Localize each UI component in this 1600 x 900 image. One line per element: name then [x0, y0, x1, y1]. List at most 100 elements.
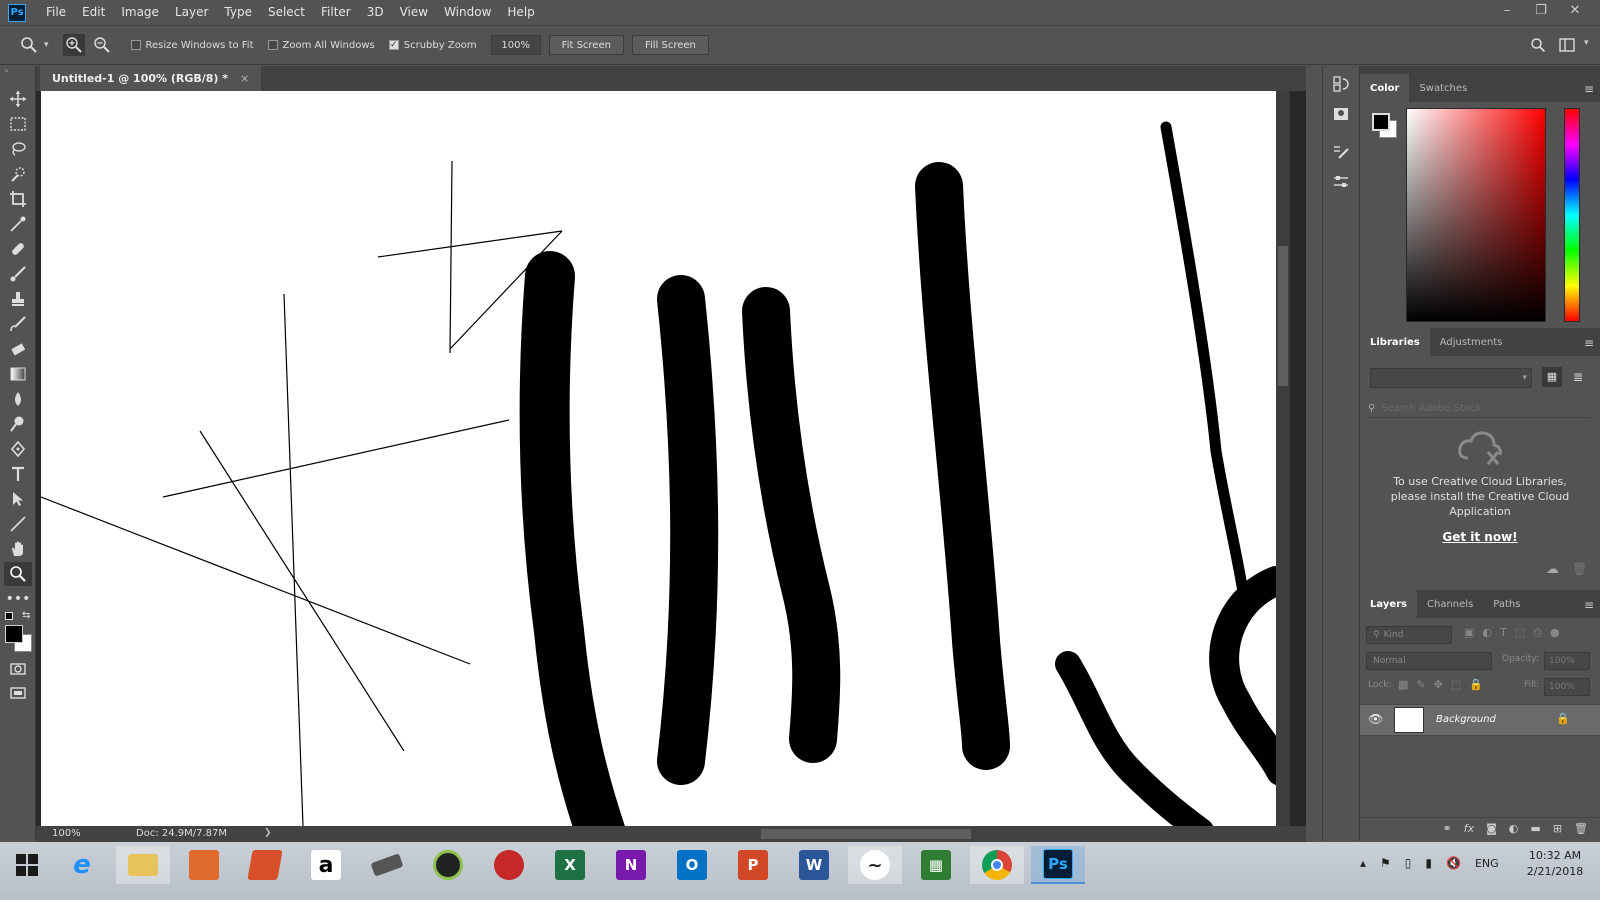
- menu-image[interactable]: Image: [113, 0, 167, 25]
- taskbar-edge[interactable]: e: [55, 846, 109, 884]
- tray-expand-icon[interactable]: ▴: [1360, 856, 1366, 870]
- resize-windows-box[interactable]: [130, 40, 141, 50]
- workspace-icon[interactable]: [1559, 37, 1575, 53]
- layers-panel-menu-icon[interactable]: ≡: [1584, 598, 1594, 612]
- menu-filter[interactable]: Filter: [313, 0, 359, 25]
- panel-collapse-bar[interactable]: [1360, 66, 1600, 74]
- brush-tool-icon[interactable]: [4, 262, 32, 286]
- taskbar-outlook[interactable]: O: [665, 846, 719, 884]
- vertical-scrollbar[interactable]: [1276, 91, 1290, 826]
- menu-layer[interactable]: Layer: [167, 0, 216, 25]
- tab-libraries[interactable]: Libraries: [1360, 328, 1430, 356]
- taskbar-photoshop[interactable]: Ps: [1031, 846, 1085, 884]
- fill-field[interactable]: 100%: [1544, 678, 1590, 696]
- workspace-dropdown-icon[interactable]: ▾: [1584, 38, 1589, 48]
- menu-help[interactable]: Help: [499, 0, 542, 25]
- zoom-out-icon[interactable]: [93, 36, 111, 54]
- marquee-tool-icon[interactable]: [4, 112, 32, 136]
- taskbar-onenote[interactable]: N: [604, 846, 658, 884]
- layer-row-background[interactable]: 👁 Background 🔒: [1360, 704, 1600, 736]
- zoom-all-box[interactable]: [267, 40, 278, 50]
- status-menu-arrow-icon[interactable]: ❯: [264, 828, 272, 838]
- menu-view[interactable]: View: [392, 0, 436, 25]
- color-spectrum-field[interactable]: [1406, 108, 1546, 322]
- toolbar-collapse-icon[interactable]: »: [0, 66, 35, 86]
- tab-layers[interactable]: Layers: [1360, 590, 1417, 618]
- menu-type[interactable]: Type: [216, 0, 260, 25]
- lock-artboard-icon[interactable]: ⬚: [1451, 678, 1461, 691]
- path-selection-tool-icon[interactable]: [4, 487, 32, 511]
- color-panel-foreground-swatch[interactable]: [1372, 113, 1390, 131]
- taskbar-word[interactable]: W: [787, 846, 841, 884]
- zoom-percent-field[interactable]: 100%: [490, 35, 541, 55]
- menu-file[interactable]: File: [38, 0, 74, 25]
- lasso-tool-icon[interactable]: [4, 137, 32, 161]
- layer-style-icon[interactable]: fx: [1464, 822, 1474, 835]
- line-tool-icon[interactable]: [4, 512, 32, 536]
- lock-image-icon[interactable]: ✎: [1416, 678, 1425, 691]
- tab-paths[interactable]: Paths: [1483, 590, 1530, 618]
- clock[interactable]: 10:32 AM 2/21/2018: [1520, 848, 1590, 880]
- get-it-now-link[interactable]: Get it now!: [1360, 530, 1600, 544]
- lock-transparent-icon[interactable]: ▩: [1398, 678, 1408, 691]
- scrubby-zoom-checkbox[interactable]: ✓ Scrubby Zoom: [388, 40, 477, 51]
- vertical-scroll-thumb[interactable]: [1278, 246, 1288, 386]
- blur-tool-icon[interactable]: [4, 387, 32, 411]
- library-select-dropdown[interactable]: ▾: [1370, 368, 1532, 388]
- layer-thumbnail[interactable]: [1394, 707, 1424, 733]
- brushes-panel-icon[interactable]: [1327, 140, 1355, 164]
- volume-muted-icon[interactable]: 🔇: [1446, 856, 1461, 870]
- close-window-button[interactable]: ✕: [1558, 0, 1592, 22]
- move-tool-icon[interactable]: [4, 87, 32, 111]
- more-tools-icon[interactable]: •••: [4, 587, 32, 611]
- taskbar-app-3[interactable]: [177, 846, 231, 884]
- tab-color[interactable]: Color: [1360, 74, 1410, 102]
- lock-position-icon[interactable]: ✥: [1434, 678, 1443, 691]
- tab-channels[interactable]: Channels: [1417, 590, 1483, 618]
- color-panel-menu-icon[interactable]: ≡: [1584, 82, 1594, 96]
- eyedropper-tool-icon[interactable]: [4, 212, 32, 236]
- history-brush-tool-icon[interactable]: [4, 312, 32, 336]
- filter-smart-object-icon[interactable]: ⎙: [1533, 626, 1542, 640]
- stock-search-field[interactable]: ⚲ Search Adobe Stock: [1368, 400, 1590, 418]
- taskbar-excel[interactable]: X: [543, 846, 597, 884]
- layer-visibility-eye-icon[interactable]: 👁: [1368, 712, 1383, 726]
- properties-panel-icon[interactable]: [1327, 170, 1355, 194]
- new-layer-icon[interactable]: ⊞: [1553, 822, 1562, 835]
- menu-3d[interactable]: 3D: [359, 0, 392, 25]
- default-colors-icon[interactable]: [5, 612, 13, 620]
- history-panel-icon[interactable]: [1327, 72, 1355, 96]
- action-center-flag-icon[interactable]: ⚑: [1380, 856, 1391, 870]
- swap-colors-icon[interactable]: ⇆: [22, 610, 30, 621]
- lock-all-icon[interactable]: 🔒: [1469, 678, 1483, 691]
- language-indicator[interactable]: ENG: [1475, 857, 1499, 870]
- screen-mode-icon[interactable]: [4, 682, 32, 706]
- taskbar-app-7[interactable]: [421, 846, 475, 884]
- status-zoom[interactable]: 100%: [52, 828, 81, 839]
- gradient-tool-icon[interactable]: [4, 362, 32, 386]
- layer-name[interactable]: Background: [1436, 714, 1496, 725]
- taskbar-app-6[interactable]: [360, 846, 414, 884]
- fill-screen-button[interactable]: Fill Screen: [631, 35, 709, 55]
- cc-sync-icon[interactable]: ☁: [1546, 562, 1559, 577]
- preset-dropdown-icon[interactable]: ▾: [44, 40, 49, 50]
- minimize-button[interactable]: –: [1490, 0, 1524, 22]
- taskbar-app-14[interactable]: ~: [848, 846, 902, 884]
- battery-icon[interactable]: ▯: [1405, 856, 1412, 870]
- new-group-icon[interactable]: ▬: [1530, 822, 1540, 835]
- taskbar-chrome[interactable]: [970, 846, 1024, 884]
- tab-swatches[interactable]: Swatches: [1409, 74, 1477, 102]
- 3d-panel-icon[interactable]: [1327, 102, 1355, 126]
- hue-slider[interactable]: [1564, 108, 1580, 322]
- hand-tool-icon[interactable]: [4, 537, 32, 561]
- eraser-tool-icon[interactable]: [4, 337, 32, 361]
- horizontal-scrollbar[interactable]: [286, 826, 1286, 842]
- link-layers-icon[interactable]: ⚭: [1443, 822, 1452, 835]
- delete-layer-icon[interactable]: 🗑: [1574, 822, 1588, 835]
- menu-select[interactable]: Select: [260, 0, 313, 25]
- taskbar-file-explorer[interactable]: [116, 846, 170, 884]
- document-tab[interactable]: Untitled-1 @ 100% (RGB/8) * ×: [40, 66, 262, 91]
- list-view-icon[interactable]: ≣: [1568, 367, 1588, 387]
- taskbar-app-15[interactable]: ▦: [909, 846, 963, 884]
- fit-screen-button[interactable]: Fit Screen: [548, 35, 624, 55]
